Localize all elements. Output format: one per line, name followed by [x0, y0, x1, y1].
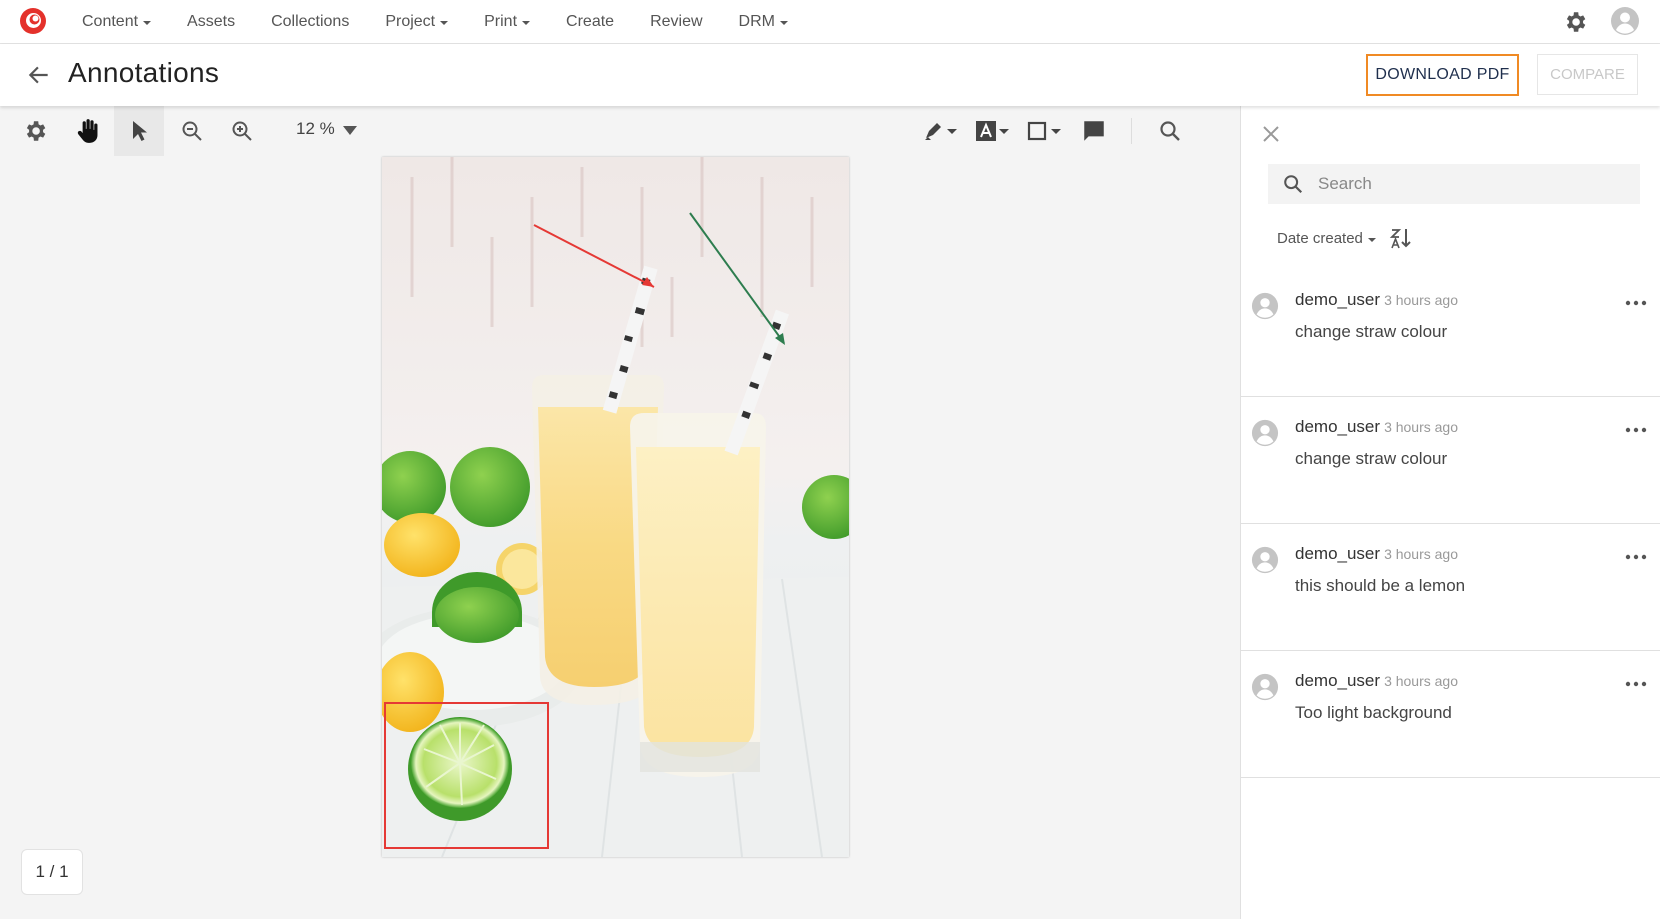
pan-tool-button[interactable] — [68, 106, 108, 156]
comment-text: Too light background — [1295, 703, 1452, 722]
settings-icon — [26, 121, 46, 141]
caret-down-icon — [1367, 237, 1376, 242]
document-search-button[interactable] — [1152, 106, 1188, 156]
nav-item-print[interactable]: Print — [466, 0, 548, 44]
zoom-out-icon — [182, 121, 202, 141]
comment-timestamp: 3 hours ago — [1384, 419, 1459, 435]
sort-by-select[interactable]: Date created — [1277, 230, 1376, 247]
document-page[interactable] — [382, 157, 849, 857]
rectangle-icon — [1027, 121, 1061, 141]
page-indicator: 1 / 1 — [21, 849, 83, 895]
more-options-icon[interactable] — [1625, 552, 1647, 562]
nav-item-label: Content — [82, 13, 139, 30]
nav-item-drm[interactable]: DRM — [721, 0, 806, 44]
comment-text: change straw colour — [1295, 322, 1448, 341]
nav-item-label: DRM — [738, 13, 775, 30]
zoom-out-button[interactable] — [174, 106, 210, 156]
nav-item-project[interactable]: Project — [367, 0, 466, 44]
comment-text: change straw colour — [1295, 449, 1448, 468]
zoom-in-icon — [232, 121, 252, 141]
nav-item-label: Review — [650, 13, 703, 30]
comment-timestamp: 3 hours ago — [1384, 292, 1459, 308]
caret-down-icon — [143, 21, 152, 25]
comments-sidebar: Date created demo_user3 hours ago change… — [1240, 106, 1660, 919]
comment-tool-button[interactable] — [1078, 106, 1110, 156]
user-avatar-icon — [1251, 419, 1279, 447]
nav-item-collections[interactable]: Collections — [253, 0, 367, 44]
select-tool-button[interactable] — [114, 106, 164, 156]
product-photo — [382, 157, 849, 857]
search-icon — [1160, 121, 1180, 141]
comment-item[interactable]: demo_user 3 hours ago this should be a le… — [1241, 524, 1660, 651]
top-navigation: Content Assets Collections Project Print… — [0, 0, 1660, 44]
comment-author: demo_user — [1295, 544, 1381, 563]
comment-author: demo_user — [1295, 290, 1381, 309]
nav-item-label: Assets — [187, 13, 236, 30]
comment-author: demo_user — [1295, 671, 1381, 690]
user-avatar-icon — [1251, 546, 1279, 574]
comment-search-input[interactable] — [1318, 164, 1628, 204]
caret-down-icon — [522, 21, 531, 25]
comment-author: demo_user — [1295, 417, 1381, 436]
comment-timestamp: 3 hours ago — [1384, 546, 1459, 562]
select-pointer-icon — [133, 121, 147, 141]
comment-item[interactable]: demo_user 3 hours ago change straw colour — [1241, 397, 1660, 524]
compare-button[interactable]: COMPARE — [1537, 54, 1638, 95]
nav-item-content[interactable]: Content — [64, 0, 169, 44]
nav-item-label: Print — [484, 13, 518, 30]
close-icon[interactable] — [1259, 122, 1283, 146]
download-pdf-button[interactable]: DOWNLOAD PDF — [1366, 54, 1519, 96]
free-text-tool-button[interactable] — [972, 106, 1012, 156]
viewer-toolbar: 12 % — [0, 106, 1240, 156]
user-avatar-icon — [1251, 292, 1279, 320]
free-text-icon — [976, 121, 1009, 141]
nav-item-create[interactable]: Create — [548, 0, 632, 44]
more-options-icon[interactable] — [1625, 425, 1647, 435]
caret-down-icon — [440, 21, 449, 25]
comment-timestamp: 3 hours ago — [1384, 673, 1459, 689]
more-options-icon[interactable] — [1625, 679, 1647, 689]
zoom-dropdown-caret-icon[interactable] — [343, 126, 357, 135]
highlight-tool-button[interactable] — [920, 106, 960, 156]
comment-item[interactable]: demo_user 3 hours ago Too light backgroun… — [1241, 651, 1660, 778]
sort-label: Date created — [1277, 230, 1363, 247]
nav-item-review[interactable]: Review — [632, 0, 720, 44]
comment-item[interactable]: demo_user 3 hours ago change straw colour — [1241, 270, 1660, 397]
caret-down-icon — [779, 21, 788, 25]
page-title: Annotations — [68, 57, 220, 88]
page-header: Annotations DOWNLOAD PDF COMPARE — [0, 44, 1660, 106]
pan-hand-icon — [77, 119, 98, 143]
zoom-level-select[interactable]: 12 % — [296, 119, 335, 139]
user-avatar-icon — [1251, 673, 1279, 701]
nav-item-label: Collections — [271, 13, 350, 30]
highlight-pen-icon — [925, 123, 957, 140]
document-viewer: 12 % 1 / 1 — [0, 106, 1240, 919]
search-icon — [1284, 175, 1303, 194]
more-options-icon[interactable] — [1625, 298, 1647, 308]
comment-icon — [1084, 121, 1104, 141]
sort-direction-icon[interactable] — [1389, 226, 1413, 250]
user-avatar-icon[interactable] — [1610, 6, 1640, 36]
viewer-settings-button[interactable] — [16, 106, 54, 156]
comment-search-box — [1268, 164, 1640, 204]
main-menu: Content Assets Collections Project Print… — [64, 0, 806, 44]
zoom-in-button[interactable] — [224, 106, 260, 156]
nav-item-assets[interactable]: Assets — [169, 0, 253, 44]
toolbar-divider — [1131, 118, 1132, 144]
nav-item-label: Project — [385, 13, 436, 30]
logo-icon[interactable] — [18, 6, 48, 36]
rectangle-tool-button[interactable] — [1024, 106, 1064, 156]
nav-item-label: Create — [566, 13, 615, 30]
gear-icon[interactable] — [1562, 9, 1588, 35]
comment-text: this should be a lemon — [1295, 576, 1466, 595]
back-arrow-icon[interactable] — [26, 62, 52, 88]
